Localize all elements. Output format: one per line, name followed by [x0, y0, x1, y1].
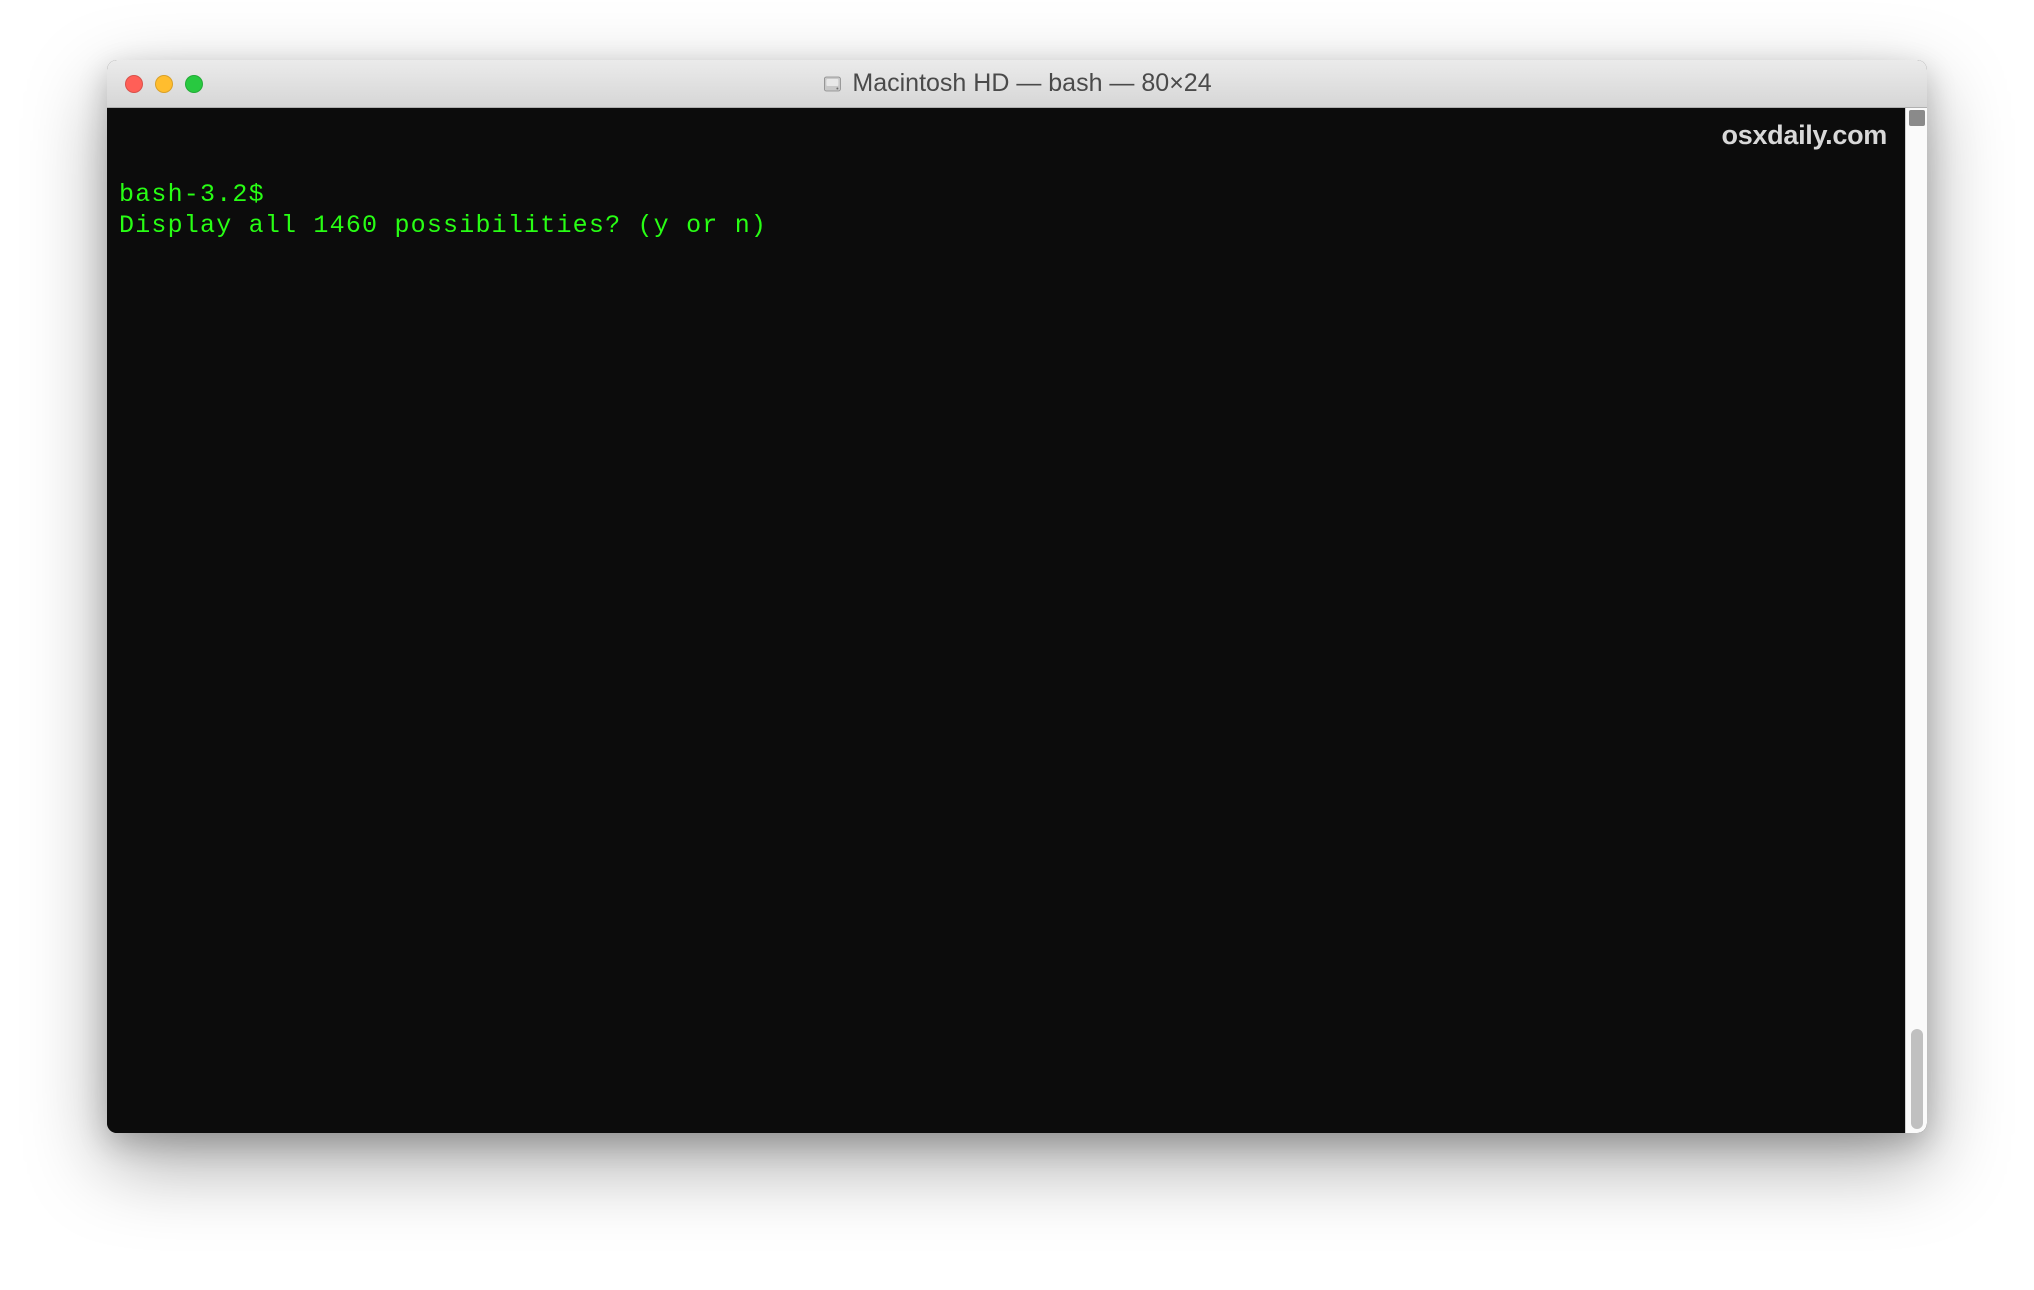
terminal-prompt-line: bash-3.2$ — [119, 179, 1893, 210]
zoom-button[interactable] — [185, 75, 203, 93]
terminal-body[interactable]: bash-3.2$ Display all 1460 possibilities… — [107, 108, 1927, 1133]
traffic-lights — [125, 75, 203, 93]
title-bar[interactable]: Macintosh HD — bash — 80×24 — [107, 60, 1927, 108]
minimize-button[interactable] — [155, 75, 173, 93]
scrollbar-thumb[interactable] — [1911, 1029, 1923, 1129]
scrollbar-track[interactable] — [1905, 108, 1927, 1133]
disk-icon — [822, 74, 842, 94]
watermark-text: osxdaily.com — [1722, 120, 1887, 151]
close-button[interactable] — [125, 75, 143, 93]
terminal-window: Macintosh HD — bash — 80×24 bash-3.2$ Di… — [107, 60, 1927, 1133]
terminal-content[interactable]: bash-3.2$ Display all 1460 possibilities… — [107, 108, 1905, 1133]
window-title: Macintosh HD — bash — 80×24 — [852, 69, 1211, 98]
terminal-output-line: Display all 1460 possibilities? (y or n) — [119, 210, 1893, 241]
scrollbar-up-button[interactable] — [1909, 110, 1925, 126]
window-title-container: Macintosh HD — bash — 80×24 — [822, 69, 1211, 98]
